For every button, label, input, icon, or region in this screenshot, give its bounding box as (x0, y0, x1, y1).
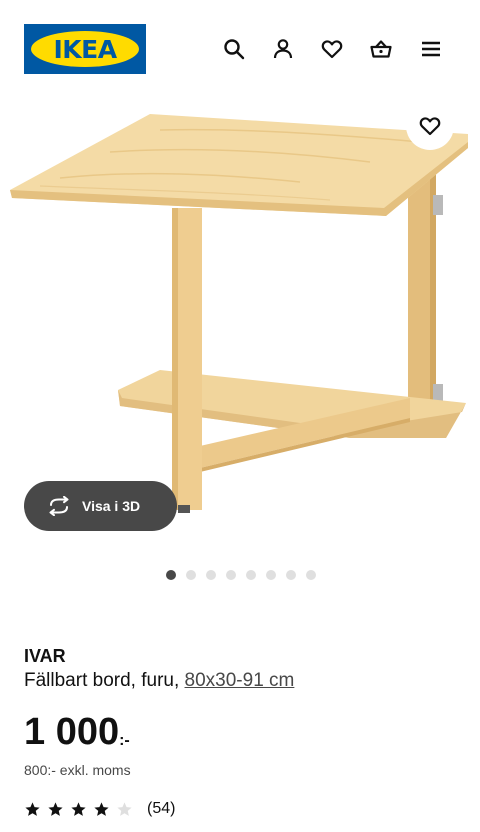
star-filled-icon (71, 801, 86, 816)
pagination-dot[interactable] (206, 570, 216, 580)
rating[interactable]: (54) (24, 800, 175, 818)
rotate-3d-icon (49, 496, 69, 516)
star-filled-icon (48, 801, 63, 816)
basket-icon[interactable] (368, 36, 394, 62)
user-icon[interactable] (270, 36, 296, 62)
star-filled-icon (25, 801, 40, 816)
product-description: Fällbart bord, furu, 80x30-91 cm (24, 670, 294, 692)
price-suffix: :- (119, 732, 130, 749)
gallery-pagination (166, 570, 316, 580)
pagination-dot[interactable] (266, 570, 276, 580)
heart-outline-icon (419, 117, 441, 136)
price-excl-vat: 800:- exkl. moms (24, 762, 131, 778)
star-filled-icon (94, 801, 109, 816)
pagination-dot[interactable] (306, 570, 316, 580)
pagination-dot[interactable] (286, 570, 296, 580)
pagination-dot[interactable] (226, 570, 236, 580)
logo-oval: IKEA (31, 31, 139, 67)
pagination-dot[interactable] (246, 570, 256, 580)
product-measurement-link[interactable]: 80x30-91 cm (185, 670, 295, 691)
pagination-dot-active[interactable] (166, 570, 176, 580)
product-type: Fällbart bord, furu, (24, 670, 180, 691)
ikea-logo[interactable]: IKEA (24, 24, 146, 74)
menu-icon[interactable] (418, 36, 444, 62)
product-name: IVAR (24, 646, 66, 666)
header: IKEA (0, 0, 480, 100)
heart-icon[interactable] (319, 36, 345, 62)
product-price: 1 000 :- (24, 710, 130, 754)
view-in-3d-label: Visa i 3D (82, 498, 141, 514)
logo-text: IKEA (53, 34, 117, 64)
search-icon[interactable] (221, 36, 247, 62)
star-empty-icon (117, 801, 132, 816)
favourite-button[interactable] (406, 102, 454, 150)
price-amount: 1 000 (24, 711, 120, 753)
rating-stars (24, 801, 133, 818)
review-count[interactable]: (54) (147, 800, 175, 818)
view-in-3d-button[interactable]: Visa i 3D (24, 481, 177, 531)
pagination-dot[interactable] (186, 570, 196, 580)
